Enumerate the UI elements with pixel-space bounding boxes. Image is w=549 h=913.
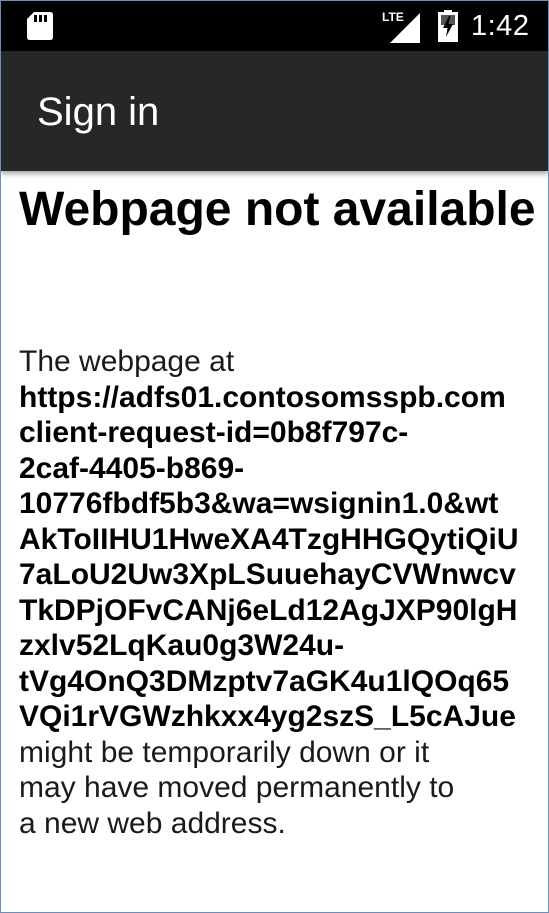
error-url-line: TkDPjOFvCANj6eLd12AgJXP90lgH — [19, 593, 518, 627]
error-url-line: AkToIIHU1HweXA4TzgHHGQytiQiU — [19, 522, 519, 556]
error-url-line: 10776fbdf5b3&wa=wsignin1.0&wt — [19, 487, 499, 520]
sd-card-icon — [27, 12, 53, 40]
status-clock: 1:42 — [471, 10, 530, 42]
battery-charging-icon — [438, 10, 458, 42]
lte-signal-icon: LTE — [382, 10, 420, 43]
error-explanation-line: may have moved permanently to — [19, 771, 455, 804]
phone-screen: LTE 1:42 Sign in Webpage not available T… — [0, 0, 549, 913]
error-explanation-line: might be temporarily down or it — [19, 735, 430, 769]
page-title: Sign in — [37, 90, 160, 134]
network-type-label: LTE — [382, 10, 404, 24]
error-url-line: VQi1rVGWzhkxx4yg2szS_L5cAJue — [19, 700, 516, 733]
webview-content[interactable]: Webpage not available The webpage at htt… — [1, 171, 548, 912]
error-intro: The webpage at — [19, 345, 235, 378]
app-bar: Sign in — [1, 51, 548, 171]
error-message: The webpage at https://adfs01.contosomss… — [19, 344, 548, 841]
error-url-line: zxlv52LqKau0g3W24u- — [19, 629, 345, 662]
error-url-line: 2caf-4405-b869- — [19, 451, 245, 485]
error-url-line: client-request-id=0b8f797c- — [19, 416, 409, 449]
error-explanation-line: a new web address. — [19, 806, 286, 840]
status-bar: LTE 1:42 — [1, 1, 548, 51]
error-url-line: https://adfs01.contosomsspb.com — [19, 380, 506, 414]
error-heading: Webpage not available — [19, 183, 536, 236]
error-url-line: 7aLoU2Uw3XpLSuuehayCVWnwcv — [19, 558, 516, 591]
error-url-line: tVg4OnQ3DMzptv7aGK4u1lQOq65 — [19, 664, 510, 698]
